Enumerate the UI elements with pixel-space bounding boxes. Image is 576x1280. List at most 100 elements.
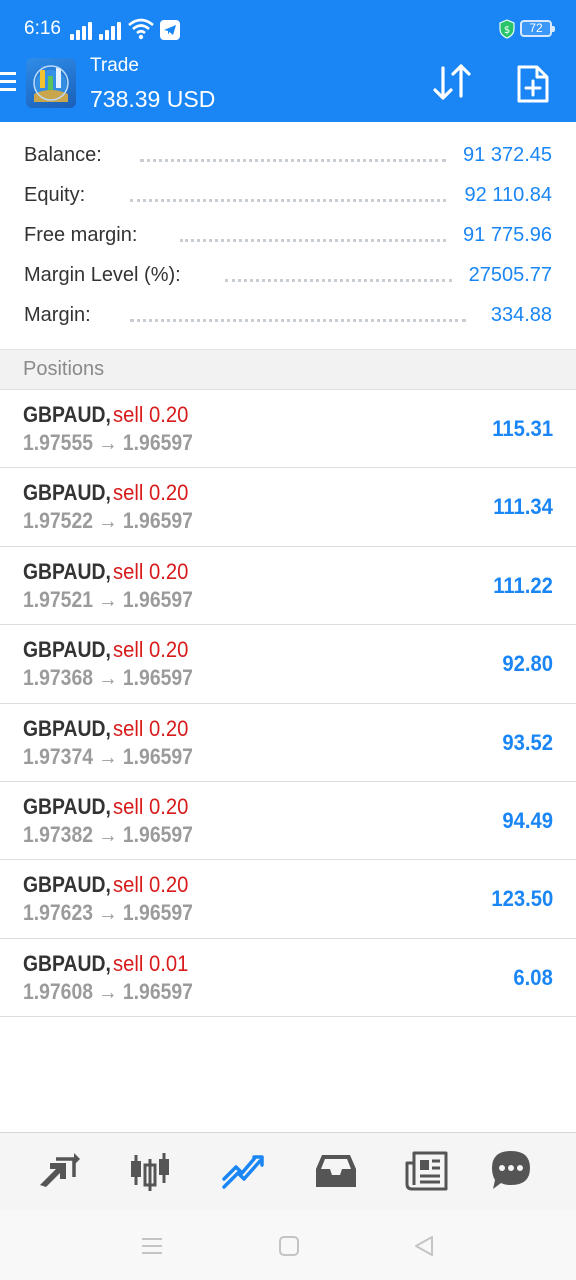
news-icon[interactable] bbox=[404, 1149, 452, 1193]
leader-dots bbox=[130, 319, 466, 322]
new-order-icon[interactable] bbox=[515, 64, 551, 104]
position-prices: 1.97608 → 1.96597 bbox=[23, 979, 193, 1005]
account-summary: Balance: 91 372.45 Equity: 92 110.84 Fre… bbox=[0, 122, 576, 350]
position-symbol: GBPAUD, bbox=[23, 950, 111, 976]
page-title: Trade bbox=[90, 55, 139, 76]
open-price: 1.97521 bbox=[23, 586, 93, 612]
current-price: 1.96597 bbox=[122, 665, 193, 691]
summary-label: Equity: bbox=[24, 184, 92, 207]
position-type: sell 0.01 bbox=[113, 950, 189, 976]
position-symbol: GBPAUD, bbox=[23, 715, 111, 741]
current-price: 1.96597 bbox=[122, 743, 193, 769]
open-price: 1.97623 bbox=[23, 900, 93, 926]
position-row[interactable]: GBPAUD, sell 0.20 1.97522 → 1.96597 111.34 bbox=[0, 468, 576, 547]
position-profit: 94.49 bbox=[502, 807, 553, 833]
position-symbol: GBPAUD, bbox=[23, 480, 111, 506]
position-profit: 123.50 bbox=[491, 886, 553, 912]
open-price: 1.97522 bbox=[23, 508, 93, 534]
wifi-icon bbox=[128, 17, 154, 41]
current-price: 1.96597 bbox=[122, 430, 193, 455]
position-profit: 111.34 bbox=[493, 494, 553, 520]
position-prices: 1.97374 → 1.96597 bbox=[23, 744, 193, 770]
summary-label: Margin Level (%): bbox=[24, 264, 187, 287]
position-row[interactable]: GBPAUD, sell 0.20 1.97368 → 1.96597 92.80 bbox=[0, 625, 576, 704]
position-profit: 115.31 bbox=[492, 416, 553, 441]
metatrader-logo bbox=[26, 58, 76, 108]
position-prices: 1.97521 → 1.96597 bbox=[23, 587, 193, 613]
arrow-right-icon: → bbox=[98, 900, 118, 926]
arrow-right-icon: → bbox=[98, 508, 118, 534]
current-price: 1.96597 bbox=[122, 586, 193, 612]
leader-dots bbox=[225, 279, 452, 282]
position-symbol: GBPAUD, bbox=[23, 402, 111, 427]
menu-icon[interactable] bbox=[0, 72, 18, 94]
position-row[interactable]: GBPAUD, sell 0.20 1.97382 → 1.96597 94.49 bbox=[0, 781, 576, 861]
arrow-right-icon: → bbox=[98, 586, 118, 612]
summary-label: Margin: bbox=[24, 304, 97, 327]
position-type: sell 0.20 bbox=[113, 480, 189, 506]
summary-row-balance: Balance: 91 372.45 bbox=[0, 136, 576, 176]
back-icon[interactable] bbox=[412, 1234, 436, 1258]
position-type: sell 0.20 bbox=[113, 637, 189, 663]
summary-value: 27505.77 bbox=[462, 264, 552, 287]
open-price: 1.97608 bbox=[23, 978, 93, 1004]
position-profit: 6.08 bbox=[513, 964, 553, 990]
status-bar: 6:16 $ 72 bbox=[0, 0, 576, 56]
recent-apps-icon[interactable] bbox=[140, 1234, 164, 1258]
open-price: 1.97368 bbox=[23, 665, 93, 691]
position-symbol: GBPAUD, bbox=[23, 872, 111, 898]
position-row[interactable]: GBPAUD, sell 0.20 1.97374 → 1.96597 93.52 bbox=[0, 703, 576, 782]
current-price: 1.96597 bbox=[122, 508, 193, 534]
sort-icon[interactable] bbox=[430, 62, 474, 102]
quotes-icon[interactable] bbox=[36, 1149, 84, 1193]
current-price: 1.96597 bbox=[122, 900, 193, 926]
chart-icon[interactable] bbox=[128, 1149, 176, 1193]
telegram-icon bbox=[160, 20, 180, 40]
history-icon[interactable] bbox=[312, 1149, 360, 1193]
position-row[interactable]: GBPAUD, sell 0.20 1.97521 → 1.96597 111.22 bbox=[0, 546, 576, 626]
messages-icon[interactable] bbox=[490, 1149, 538, 1193]
position-type: sell 0.20 bbox=[113, 793, 189, 819]
current-price: 1.96597 bbox=[122, 978, 193, 1004]
current-price: 1.96597 bbox=[122, 821, 193, 847]
arrow-right-icon: → bbox=[98, 430, 118, 455]
position-prices: 1.97555 → 1.96597 bbox=[23, 430, 193, 456]
summary-label: Balance: bbox=[24, 144, 108, 167]
system-nav-bar bbox=[0, 1210, 576, 1280]
summary-row-equity: Equity: 92 110.84 bbox=[0, 176, 576, 216]
bottom-nav bbox=[0, 1132, 576, 1210]
battery-indicator: 72 bbox=[520, 20, 555, 37]
position-type: sell 0.20 bbox=[113, 872, 189, 898]
arrow-right-icon: → bbox=[98, 743, 118, 769]
position-row[interactable]: GBPAUD, sell 0.20 1.97623 → 1.96597 123.50 bbox=[0, 860, 576, 939]
position-prices: 1.97623 → 1.96597 bbox=[23, 900, 193, 926]
leader-dots bbox=[180, 239, 446, 242]
arrow-right-icon: → bbox=[98, 665, 118, 691]
trade-icon[interactable] bbox=[220, 1149, 268, 1193]
summary-value: 92 110.84 bbox=[458, 184, 552, 207]
position-symbol: GBPAUD, bbox=[23, 558, 111, 584]
summary-row-margin: Margin: 334.88 bbox=[0, 296, 576, 336]
arrow-right-icon: → bbox=[98, 978, 118, 1004]
positions-section-header: Positions bbox=[0, 349, 576, 390]
status-time: 6:16 bbox=[24, 18, 61, 39]
position-type: sell 0.20 bbox=[113, 402, 189, 427]
summary-value: 334.88 bbox=[484, 304, 552, 327]
position-profit: 92.80 bbox=[502, 651, 553, 677]
positions-list: GBPAUD, sell 0.20 1.97555 → 1.96597 115.31… bbox=[0, 390, 576, 1018]
position-prices: 1.97382 → 1.96597 bbox=[23, 822, 193, 848]
position-profit: 111.22 bbox=[493, 572, 553, 598]
leader-dots bbox=[130, 199, 446, 202]
arrow-right-icon: → bbox=[98, 821, 118, 847]
position-type: sell 0.20 bbox=[113, 715, 189, 741]
leader-dots bbox=[140, 159, 446, 162]
position-type: sell 0.20 bbox=[113, 558, 189, 584]
summary-row-free-margin: Free margin: 91 775.96 bbox=[0, 216, 576, 256]
summary-value: 91 775.96 bbox=[457, 224, 552, 247]
home-icon[interactable] bbox=[277, 1234, 301, 1258]
app-root: 6:16 $ 72 Trade 738.39 USD Balance: 91 3… bbox=[0, 0, 576, 1280]
summary-row-margin-level: Margin Level (%): 27505.77 bbox=[0, 256, 576, 296]
position-row[interactable]: GBPAUD, sell 0.01 1.97608 → 1.96597 6.08 bbox=[0, 938, 576, 1018]
security-shield-icon: $ bbox=[498, 19, 516, 44]
position-row[interactable]: GBPAUD, sell 0.20 1.97555 → 1.96597 115.31 bbox=[0, 390, 576, 469]
